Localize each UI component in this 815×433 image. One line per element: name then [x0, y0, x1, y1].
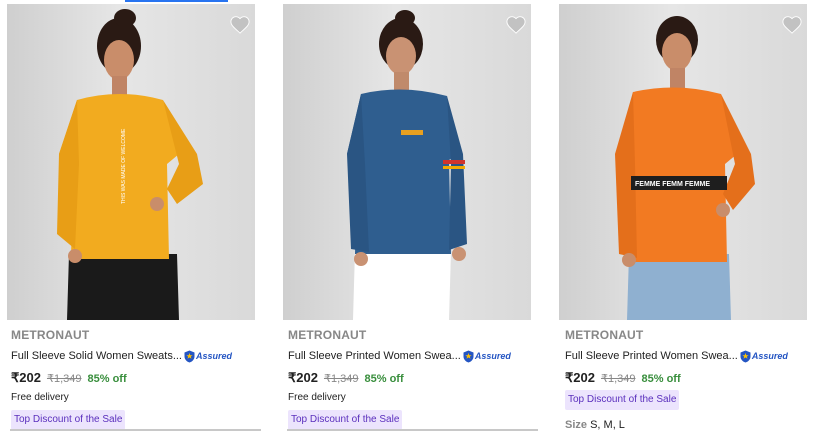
size-label: Size	[565, 419, 588, 431]
discount-percent: 85% off	[364, 373, 404, 385]
heart-icon[interactable]	[229, 14, 251, 34]
selling-price: ₹202	[565, 370, 595, 385]
card-divider	[10, 429, 261, 431]
product-image[interactable]: FEMME FEMM FEMME	[559, 4, 807, 320]
price-row: ₹202 ₹1,349 85% off	[565, 370, 813, 386]
product-card[interactable]: METRONAUT Full Sleeve Printed Women Swea…	[277, 0, 542, 433]
delivery-info: Free delivery	[288, 392, 346, 403]
assured-shield-icon	[184, 350, 195, 362]
size-options: Size S, M, L	[565, 419, 813, 431]
selling-price: ₹202	[288, 370, 318, 385]
title-row: Full Sleeve Solid Women Sweats... Assure…	[11, 348, 259, 364]
sweatshirt-band-text: FEMME FEMM FEMME	[635, 181, 710, 188]
product-title[interactable]: Full Sleeve Printed Women Swea...	[565, 348, 738, 364]
heart-icon[interactable]	[781, 14, 803, 34]
brand-name: METRONAUT	[11, 328, 90, 342]
product-title[interactable]: Full Sleeve Solid Women Sweats...	[11, 348, 182, 364]
product-card[interactable]: THIS WAS MADE OF WELCOME METRONAUT Full …	[0, 0, 265, 433]
selling-price: ₹202	[11, 370, 41, 385]
price-row: ₹202 ₹1,349 85% off	[11, 370, 259, 386]
price-row: ₹202 ₹1,349 85% off	[288, 370, 536, 386]
original-price: ₹1,349	[600, 373, 636, 385]
assured-label: Assured	[751, 351, 788, 361]
delivery-info: Free delivery	[11, 392, 69, 403]
original-price: ₹1,349	[46, 373, 82, 385]
assured-badge: Assured	[184, 349, 232, 363]
title-row: Full Sleeve Printed Women Swea... Assure…	[288, 348, 536, 364]
brand-name: METRONAUT	[288, 328, 367, 342]
model-blue-sweatshirt-image	[347, 10, 467, 320]
assured-shield-icon	[740, 350, 751, 362]
title-row: Full Sleeve Printed Women Swea... Assure…	[565, 348, 813, 364]
product-card[interactable]: FEMME FEMM FEMME METRONAUT Full Sleeve P…	[554, 0, 815, 433]
product-info: METRONAUT Full Sleeve Solid Women Sweats…	[11, 328, 259, 430]
discount-percent: 85% off	[87, 373, 127, 385]
model-orange-sweatshirt-image: FEMME FEMM FEMME	[615, 16, 755, 320]
assured-shield-icon	[463, 350, 474, 362]
product-image[interactable]: THIS WAS MADE OF WELCOME	[7, 4, 255, 320]
offer-badge: Top Discount of the Sale	[11, 410, 126, 430]
size-values: S, M, L	[590, 419, 625, 431]
discount-percent: 85% off	[641, 373, 681, 385]
product-info: METRONAUT Full Sleeve Printed Women Swea…	[288, 328, 536, 430]
card-divider	[287, 429, 538, 431]
brand-name: METRONAUT	[565, 328, 644, 342]
model-yellow-sweatshirt-image: THIS WAS MADE OF WELCOME	[57, 9, 203, 320]
orange-sweatshirt	[619, 87, 737, 262]
assured-label: Assured	[474, 351, 511, 361]
sweatshirt-print-text: THIS WAS MADE OF WELCOME	[121, 128, 127, 204]
assured-badge: Assured	[740, 349, 788, 363]
assured-label: Assured	[195, 351, 232, 361]
product-info: METRONAUT Full Sleeve Printed Women Swea…	[565, 328, 813, 431]
heart-icon[interactable]	[505, 14, 527, 34]
product-title[interactable]: Full Sleeve Printed Women Swea...	[288, 348, 461, 364]
product-image[interactable]	[283, 4, 531, 320]
original-price: ₹1,349	[323, 373, 359, 385]
product-grid: THIS WAS MADE OF WELCOME METRONAUT Full …	[0, 0, 815, 433]
assured-badge: Assured	[463, 349, 511, 363]
offer-badge: Top Discount of the Sale	[565, 390, 680, 410]
offer-badge: Top Discount of the Sale	[288, 410, 403, 430]
